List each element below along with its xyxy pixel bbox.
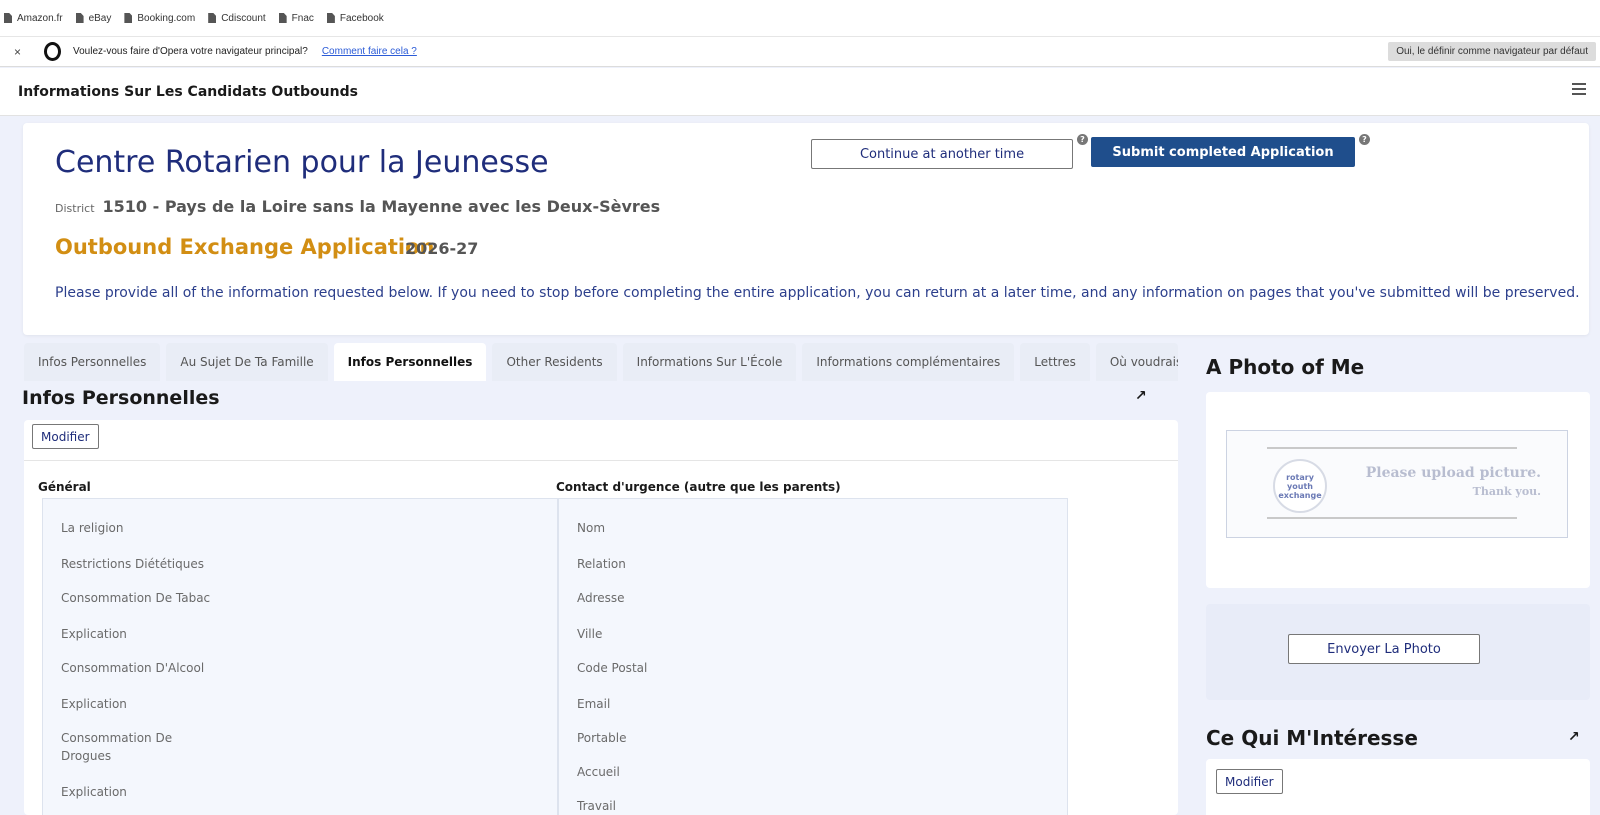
bookmark-label: Cdiscount	[221, 12, 266, 24]
field-label: Ville	[577, 627, 603, 641]
bookmark-label: Amazon.fr	[17, 12, 63, 24]
hamburger-menu-icon[interactable]	[1572, 83, 1586, 95]
edit-button[interactable]: Modifier	[32, 424, 99, 449]
divider	[1267, 447, 1517, 449]
tab-destination[interactable]: Où voudrais-	[1095, 343, 1178, 381]
edit-button[interactable]: Modifier	[1216, 769, 1283, 794]
close-icon[interactable]: ×	[14, 45, 32, 59]
bookmark-cdiscount[interactable]: Cdiscount	[208, 12, 266, 24]
bookmarks-bar: Amazon.fr eBay Booking.com Cdiscount Fna…	[0, 0, 1600, 37]
page-icon	[124, 13, 133, 23]
intro-text: Please provide all of the information re…	[55, 285, 1580, 301]
tab-famille[interactable]: Au Sujet De Ta Famille	[166, 343, 328, 381]
bookmark-booking[interactable]: Booking.com	[124, 13, 195, 24]
divider	[1267, 517, 1517, 519]
field-label: Restrictions Diététiques	[61, 557, 204, 571]
tab-lettres[interactable]: Lettres	[1020, 343, 1090, 381]
page-icon	[4, 13, 12, 23]
expand-icon[interactable]: ↗	[1135, 388, 1147, 404]
bookmark-label: eBay	[88, 12, 112, 24]
field-label: Accueil	[577, 765, 620, 779]
field-label: Portable	[577, 731, 627, 745]
continue-later-button[interactable]: Continue at another time	[811, 139, 1073, 169]
app-header: Informations Sur Les Candidats Outbounds	[0, 68, 1600, 116]
page-icon	[326, 13, 335, 23]
application-year: 2026-27	[405, 239, 479, 258]
section-title: Infos Personnelles	[22, 387, 220, 409]
photo-title: A Photo of Me	[1206, 355, 1365, 379]
help-icon[interactable]: ?	[1077, 134, 1088, 145]
expand-icon[interactable]: ↗	[1568, 729, 1580, 745]
field-label: Relation	[577, 557, 626, 571]
field-label: Explication	[61, 627, 127, 641]
default-browser-bar: × Voulez-vous faire d'Opera votre naviga…	[0, 37, 1600, 67]
district-label: District	[55, 202, 95, 215]
emergency-contact-heading: Contact d'urgence (autre que les parents…	[556, 480, 841, 494]
section-tabs: Infos Personnelles Au Sujet De Ta Famill…	[24, 343, 1184, 381]
field-label: Travail	[577, 799, 616, 813]
general-heading: Général	[38, 480, 91, 494]
bookmark-label: Fnac	[291, 12, 314, 24]
photo-card: rotary youth exchange Please upload pict…	[1206, 392, 1590, 588]
tab-infos-personnelles[interactable]: Infos Personnelles	[24, 343, 161, 381]
field-label: Consommation D'Alcool	[61, 661, 205, 675]
general-fields-box: La religion Restrictions Diététiques Con…	[42, 498, 558, 815]
bookmark-amazon[interactable]: Amazon.fr	[4, 13, 63, 24]
upload-card: Envoyer La Photo	[1206, 604, 1590, 700]
bookmark-facebook[interactable]: Facebook	[326, 12, 384, 24]
opera-logo-icon	[44, 42, 61, 61]
page-title: Informations Sur Les Candidats Outbounds	[18, 83, 358, 100]
default-browser-message: Voulez-vous faire d'Opera votre navigate…	[73, 46, 308, 57]
placeholder-text: Please upload picture. Thank you.	[1366, 465, 1541, 498]
tab-other-residents[interactable]: Other Residents	[492, 343, 617, 381]
divider	[24, 460, 1178, 461]
application-type: Outbound Exchange Application	[55, 235, 435, 259]
page-icon	[208, 13, 217, 23]
field-label: Explication	[61, 785, 127, 799]
page-icon	[75, 13, 84, 23]
personal-info-panel: Modifier Général La religion Restriction…	[24, 420, 1178, 815]
interests-card: Modifier	[1206, 759, 1590, 815]
district-value: 1510 - Pays de la Loire sans la Mayenne …	[102, 197, 661, 216]
tab-infos-personnelles-active[interactable]: Infos Personnelles	[333, 343, 487, 381]
field-label: Code Postal	[577, 661, 648, 675]
tab-ecole[interactable]: Informations Sur L'École	[622, 343, 797, 381]
bookmark-label: Booking.com	[137, 12, 196, 24]
field-label: Consommation De Tabac	[61, 591, 211, 605]
organization-name: Centre Rotarien pour la Jeunesse	[55, 145, 549, 180]
field-label: Adresse	[577, 591, 625, 605]
field-label: Email	[577, 697, 611, 711]
how-to-link[interactable]: Comment faire cela ?	[322, 46, 417, 57]
bookmark-label: Facebook	[339, 12, 384, 24]
photo-placeholder: rotary youth exchange Please upload pict…	[1226, 430, 1568, 538]
bookmark-fnac[interactable]: Fnac	[278, 12, 314, 24]
placeholder-line: Thank you.	[1472, 485, 1541, 498]
field-label: Explication	[61, 697, 127, 711]
help-icon[interactable]: ?	[1359, 134, 1370, 145]
emergency-contact-box: Nom Relation Adresse Ville Code Postal E…	[558, 498, 1068, 815]
set-default-button[interactable]: Oui, le définir comme navigateur par déf…	[1388, 42, 1596, 61]
district: District 1510 - Pays de la Loire sans la …	[55, 197, 660, 216]
tab-informations-complementaires[interactable]: Informations complémentaires	[802, 343, 1015, 381]
bookmark-ebay[interactable]: eBay	[75, 12, 112, 24]
rotary-youth-exchange-logo: rotary youth exchange	[1273, 459, 1327, 513]
page-icon	[278, 13, 287, 23]
placeholder-line: Please upload picture.	[1365, 465, 1541, 481]
interests-title: Ce Qui M'Intéresse	[1206, 726, 1418, 750]
application-header-card: Centre Rotarien pour la Jeunesse Distric…	[23, 123, 1589, 335]
submit-application-button[interactable]: Submit completed Application	[1091, 137, 1355, 167]
field-label: Nom	[577, 521, 606, 535]
field-label: La religion	[61, 521, 124, 535]
upload-photo-button[interactable]: Envoyer La Photo	[1288, 634, 1480, 664]
field-label: Consommation De Drogues	[61, 731, 173, 763]
